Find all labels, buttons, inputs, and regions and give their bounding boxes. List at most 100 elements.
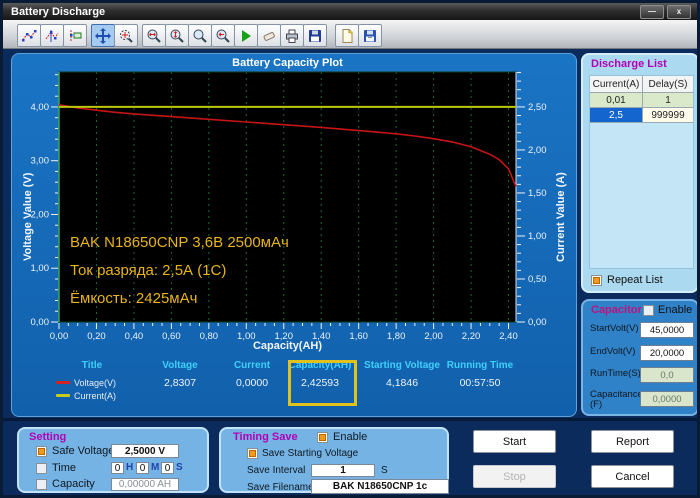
annotation-line-1: BAK N18650CNP 3,6В 2500мАч xyxy=(70,234,289,251)
voltage-line-swatch xyxy=(56,381,70,384)
setting-title: Setting xyxy=(29,431,67,443)
close-button[interactable]: x xyxy=(667,5,691,19)
stat-starting-voltage-column: Starting Voltage 4,1846 xyxy=(357,360,447,389)
cell-current-1[interactable]: 2,5 xyxy=(590,108,643,123)
save-button[interactable] xyxy=(303,24,327,47)
column-header-delay[interactable]: Delay(S) xyxy=(643,76,693,93)
capacitor-enable-checkbox[interactable] xyxy=(643,304,654,316)
save-starting-voltage-checkbox[interactable] xyxy=(247,448,258,459)
hours-unit-label: H xyxy=(126,462,134,473)
time-checkbox[interactable] xyxy=(36,463,47,474)
save-data-button[interactable] xyxy=(358,24,382,47)
legend-voltage-label: Voltage(V) xyxy=(74,377,117,388)
cell-delay-1[interactable]: 999999 xyxy=(643,108,693,123)
time-seconds-input[interactable]: 0 xyxy=(161,462,174,474)
capacitor-title: Capacitor xyxy=(591,304,642,316)
zoom-horizontal-icon xyxy=(147,29,161,43)
erase-button[interactable] xyxy=(257,24,281,47)
startvolt-label: StartVolt(V) xyxy=(590,323,639,334)
run-button[interactable] xyxy=(234,24,258,47)
cell-delay-0[interactable]: 1 xyxy=(643,93,693,108)
time-hours-input[interactable]: 0 xyxy=(111,462,124,474)
startvolt-input[interactable]: 45,0000 xyxy=(640,322,694,338)
zoom-vertical-button[interactable] xyxy=(165,24,189,47)
stat-running-time-column: Running Time 00:57:50 xyxy=(435,360,525,389)
minimize-button[interactable]: — xyxy=(640,5,664,19)
print-button[interactable] xyxy=(280,24,304,47)
capacity-highlight-box xyxy=(288,360,357,406)
safe-voltage-checkbox[interactable] xyxy=(36,446,47,457)
zoom-vertical-icon xyxy=(170,29,184,43)
svg-text:1,00: 1,00 xyxy=(528,231,547,242)
left-axis-title: Voltage Value (V) xyxy=(22,172,34,262)
save-interval-input[interactable]: 1 xyxy=(311,464,375,477)
capacitor-enable-row: Enable xyxy=(643,304,692,316)
erase-icon xyxy=(263,31,275,41)
pan-button[interactable] xyxy=(91,24,115,47)
close-icon: x xyxy=(676,7,682,16)
new-report-icon xyxy=(342,28,354,43)
report-button[interactable]: Report xyxy=(591,430,674,453)
svg-text:4,00: 4,00 xyxy=(31,102,50,113)
trace-curve-button[interactable] xyxy=(17,24,41,47)
annotation-line-3: Ёмкость: 2425мАч xyxy=(70,290,198,307)
discharge-table[interactable]: Current(A) Delay(S) 0,01 1 2,5 999999 xyxy=(589,75,694,269)
seconds-unit-label: S xyxy=(176,462,183,473)
cell-current-0[interactable]: 0,01 xyxy=(590,93,643,108)
save-filename-input[interactable]: BAK N18650CNP 1c xyxy=(311,479,449,494)
cancel-button[interactable]: Cancel xyxy=(591,465,674,488)
battery-discharge-window: Battery Discharge — x Battery Capacity P… xyxy=(0,0,700,498)
column-header-current[interactable]: Current(A) xyxy=(590,76,643,93)
x-axis-title: Capacity(AH) xyxy=(252,340,323,352)
discharge-table-header: Current(A) Delay(S) xyxy=(590,76,693,93)
capacitor-panel: Capacitor Enable StartVolt(V) 45,0000 En… xyxy=(581,299,697,416)
timing-save-title: Timing Save xyxy=(233,431,298,443)
svg-text:0,00: 0,00 xyxy=(31,317,50,328)
zoom-track-button[interactable] xyxy=(114,24,138,47)
pan-icon xyxy=(95,27,111,44)
run-icon xyxy=(242,29,251,42)
new-report-button[interactable] xyxy=(335,24,359,47)
stat-title-column: Title xyxy=(47,360,137,371)
edit-curve-button[interactable] xyxy=(40,24,64,47)
stat-header-starting-voltage: Starting Voltage xyxy=(364,360,440,371)
legend-voltage: Voltage(V) xyxy=(56,376,116,389)
zoom-in-button[interactable] xyxy=(188,24,212,47)
plot-legend: Voltage(V) Current(A) xyxy=(56,376,116,402)
annotation-line-2: Ток разряда: 2,5А (1С) xyxy=(70,262,227,279)
capacitance-input: 0,0000 xyxy=(640,391,694,407)
table-row-selected[interactable]: 2,5 999999 xyxy=(590,108,693,123)
timing-enable-checkbox[interactable] xyxy=(317,432,328,443)
timing-enable-label: Enable xyxy=(333,431,368,443)
capacity-checkbox[interactable] xyxy=(36,479,47,490)
zoom-in-icon xyxy=(193,29,207,43)
window-title: Battery Discharge xyxy=(11,5,106,18)
table-row[interactable]: 0,01 1 xyxy=(590,93,693,108)
save-icon xyxy=(309,29,321,42)
capacity-limit-input: 0,00000 AH xyxy=(111,478,179,491)
endvolt-label: EndVolt(V) xyxy=(590,346,636,357)
start-button[interactable]: Start xyxy=(473,430,556,453)
print-icon xyxy=(286,29,298,43)
svg-text:0,00: 0,00 xyxy=(528,317,547,328)
safe-voltage-label: Safe Voltage xyxy=(52,445,115,457)
curve-legend-icon xyxy=(70,29,82,42)
zoom-back-button[interactable] xyxy=(211,24,235,47)
edit-curve-icon xyxy=(45,29,59,42)
save-starting-voltage-label: Save Starting Voltage xyxy=(262,448,359,459)
time-minutes-input[interactable]: 0 xyxy=(136,462,149,474)
save-data-icon xyxy=(364,29,376,42)
zoom-horizontal-button[interactable] xyxy=(142,24,166,47)
save-interval-label: Save Interval xyxy=(247,465,306,476)
legend-current-label: Current(A) xyxy=(74,390,117,401)
runtime-input: 0,0 xyxy=(640,367,694,383)
minutes-unit-label: M xyxy=(151,462,160,473)
curve-legend-button[interactable] xyxy=(63,24,87,47)
repeat-list-checkbox[interactable] xyxy=(591,274,602,286)
safe-voltage-input[interactable]: 2,5000 V xyxy=(111,444,179,458)
time-label: Time xyxy=(52,462,77,474)
minimize-icon: — xyxy=(648,7,656,16)
endvolt-input[interactable]: 20,0000 xyxy=(640,345,694,361)
current-line-swatch xyxy=(56,394,70,397)
title-bar: Battery Discharge — x xyxy=(3,3,697,20)
